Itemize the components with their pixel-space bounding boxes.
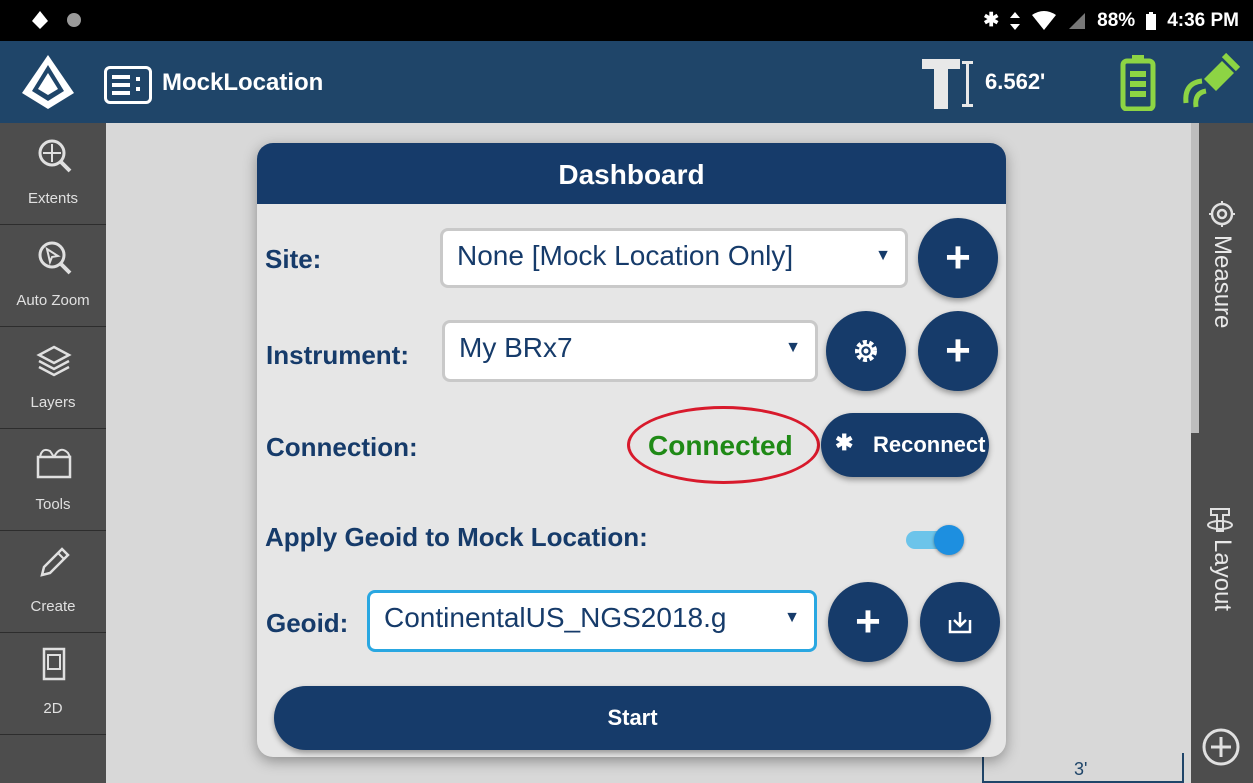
gnss-satellite-icon[interactable] <box>1180 53 1240 111</box>
measure-icon[interactable] <box>1209 201 1235 227</box>
wifi-icon <box>1032 10 1057 30</box>
app-logo-icon[interactable] <box>18 53 78 111</box>
sidebar-item-tools[interactable]: Tools <box>0 429 106 531</box>
view-2d-icon <box>42 647 66 681</box>
instrument-settings-button[interactable] <box>826 311 906 391</box>
sidebar-item-label: Layers <box>30 394 76 411</box>
clock: 4:36 PM <box>1167 9 1239 31</box>
data-arrows-icon <box>1010 11 1021 30</box>
sidebar-item-auto-zoom[interactable]: Auto Zoom <box>0 225 106 327</box>
map-scale-label: 3' <box>1074 759 1088 779</box>
measure-tab[interactable]: Measure <box>1208 235 1236 328</box>
add-circle-icon[interactable] <box>1201 727 1241 767</box>
layout-tab[interactable]: Layout <box>1208 539 1236 611</box>
sidebar-item-label: Extents <box>27 190 79 207</box>
toolbox-icon <box>36 448 72 479</box>
layers-icon <box>36 345 72 377</box>
dot-icon <box>67 13 81 27</box>
status-left <box>30 10 82 30</box>
pole-height-icon[interactable] <box>920 55 980 111</box>
instrument-select-value: My BRx7 <box>459 332 573 363</box>
chevron-down-icon: ▼ <box>784 609 800 626</box>
chevron-down-icon: ▼ <box>875 247 891 264</box>
instrument-select[interactable]: My BRx7 ▼ <box>442 320 818 382</box>
plus-icon: + <box>945 326 971 375</box>
site-select-value: None [Mock Location Only] <box>457 240 794 271</box>
apply-geoid-label: Apply Geoid to Mock Location: <box>265 522 648 552</box>
gear-icon <box>855 340 877 362</box>
reconnect-button[interactable]: ✱ Reconnect <box>821 413 989 477</box>
site-select[interactable]: None [Mock Location Only] ▼ <box>440 228 908 288</box>
left-toolbar: Extents Auto Zoom Layers Tools Create 2D <box>0 123 106 783</box>
bluetooth-icon: ✱ <box>835 430 854 455</box>
app-bar: MockLocation 6.562' <box>0 41 1253 123</box>
sidebar-item-extents[interactable]: Extents <box>0 123 106 225</box>
geoid-label: Geoid: <box>266 608 349 638</box>
instrument-label: Instrument: <box>266 340 409 370</box>
pencil-icon <box>40 547 70 577</box>
panel-divider <box>1191 123 1199 433</box>
extents-icon <box>38 139 72 173</box>
sidebar-item-label: Create <box>30 598 76 615</box>
pole-height-value[interactable]: 6.562' <box>985 69 1045 95</box>
geoid-select-value: ContinentalUS_NGS2018.g <box>384 602 727 633</box>
auto-zoom-icon <box>38 241 72 275</box>
sidebar-item-label: Auto Zoom <box>16 292 90 309</box>
site-label: Site: <box>265 244 322 274</box>
plus-icon: + <box>855 597 881 646</box>
right-panel: Measure Layout <box>1191 123 1253 783</box>
sidebar-item-2d[interactable]: 2D <box>0 633 106 735</box>
apply-geoid-toggle[interactable] <box>906 524 964 555</box>
plus-icon: + <box>945 233 971 282</box>
no-sim-icon <box>1069 12 1086 29</box>
sidebar-item-label: Tools <box>35 496 71 513</box>
reconnect-label: Reconnect <box>873 432 986 457</box>
map-scale-tick <box>1182 753 1184 783</box>
battery-icon <box>1146 11 1157 30</box>
job-title[interactable]: MockLocation <box>162 69 323 97</box>
add-instrument-button[interactable]: + <box>918 311 998 391</box>
chevron-down-icon: ▼ <box>785 339 801 356</box>
add-site-button[interactable]: + <box>918 218 998 298</box>
job-file-icon[interactable] <box>104 66 152 104</box>
geoid-select[interactable]: ContinentalUS_NGS2018.g ▼ <box>367 590 817 652</box>
connection-label: Connection: <box>266 432 418 462</box>
add-geoid-button[interactable]: + <box>828 582 908 662</box>
sidebar-item-label: 2D <box>43 700 63 717</box>
dialog-title: Dashboard <box>257 143 1006 204</box>
battery-percent: 88% <box>1097 9 1136 31</box>
status-bar: ✱ 88% 4:36 PM <box>0 0 1253 41</box>
status-right: ✱ 88% 4:36 PM <box>983 9 1239 32</box>
layout-stake-icon[interactable] <box>1207 505 1237 533</box>
bluetooth-icon: ✱ <box>983 10 1000 31</box>
download-geoid-button[interactable] <box>920 582 1000 662</box>
connection-status: Connected <box>648 430 793 461</box>
sidebar-item-layers[interactable]: Layers <box>0 327 106 429</box>
app-notification-icon <box>32 11 48 29</box>
sidebar-item-create[interactable]: Create <box>0 531 106 633</box>
download-icon <box>948 612 972 634</box>
toggle-knob <box>934 525 964 555</box>
receiver-battery-icon[interactable] <box>1120 53 1156 111</box>
start-button[interactable]: Start <box>274 686 991 750</box>
